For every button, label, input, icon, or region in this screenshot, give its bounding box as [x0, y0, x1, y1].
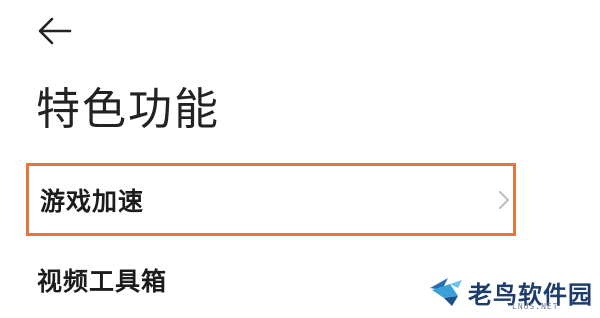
menu-item-label: 游戏加速 — [40, 186, 145, 216]
watermark-subtext: LNUS.NET — [512, 302, 559, 311]
watermark: 老鸟软件园 LNUS.NET — [420, 268, 600, 318]
menu-item-game-acceleration[interactable]: 游戏加速 — [26, 163, 516, 236]
back-button[interactable] — [34, 14, 74, 48]
page-title: 特色功能 — [36, 84, 220, 135]
chevron-right-icon — [497, 189, 511, 211]
menu-item-label: 视频工具箱 — [37, 267, 168, 296]
arrow-left-icon — [38, 17, 72, 45]
bird-logo-icon — [428, 274, 466, 314]
